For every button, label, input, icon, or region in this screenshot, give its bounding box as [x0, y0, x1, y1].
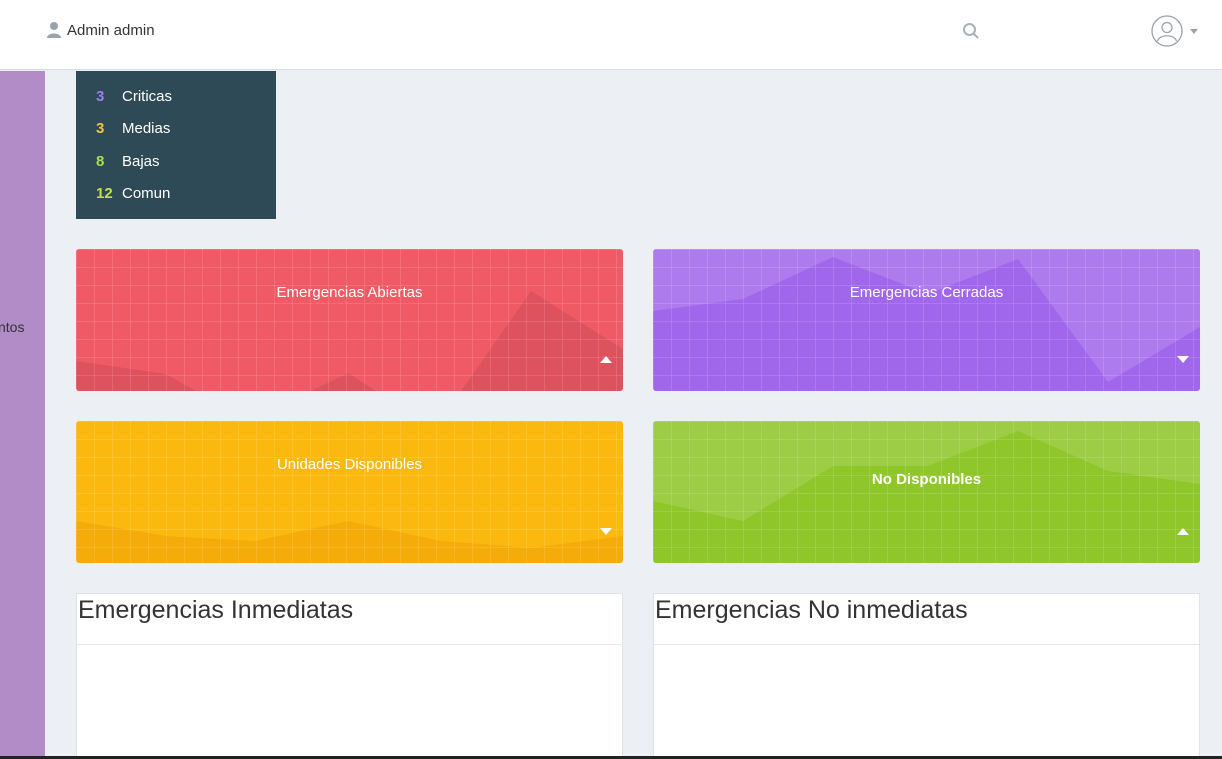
top-navbar: Admin admin [0, 0, 1222, 70]
count-bajas: 8 Bajas [96, 145, 276, 178]
panel-emergencias-inmediatas: Emergencias Inmediatas [76, 593, 623, 759]
panel-title: Emergencias Inmediatas [77, 594, 622, 645]
chevron-down-icon[interactable] [1190, 29, 1198, 34]
count-value: 8 [96, 152, 105, 170]
user-menu[interactable]: Admin admin [46, 21, 155, 39]
sidebar-item-label[interactable]: ntos [0, 319, 24, 335]
card-title: Emergencias Abiertas [276, 284, 423, 301]
card-grid [653, 421, 1200, 563]
card-emergencias-cerradas[interactable]: Emergencias Cerradas [653, 249, 1200, 391]
card-emergencias-abiertas[interactable]: Emergencias Abiertas [76, 249, 623, 391]
user-icon [47, 22, 61, 38]
avatar-icon[interactable] [1151, 15, 1183, 47]
card-title: Unidades Disponibles [276, 456, 423, 473]
count-value: 3 [96, 120, 105, 138]
arrow-down-icon [600, 528, 612, 535]
count-value: 12 [96, 185, 113, 203]
card-title: Emergencias Cerradas [849, 284, 1004, 301]
sidebar: ntos [0, 71, 45, 759]
priority-counts: 3 Criticas 3 Medias 8 Bajas 12 Comun [76, 71, 276, 219]
card-no-disponibles[interactable]: No Disponibles [653, 421, 1200, 563]
card-title: No Disponibles [871, 471, 982, 488]
arrow-up-icon [600, 356, 612, 363]
arrow-up-icon [1177, 528, 1189, 535]
count-comun: 12 Comun [96, 178, 276, 211]
card-grid [653, 249, 1200, 391]
count-medias: 3 Medias [96, 113, 276, 146]
card-grid [76, 249, 623, 391]
count-label: Criticas [122, 87, 173, 105]
user-name: Admin admin [67, 21, 155, 39]
panel-emergencias-no-inmediatas: Emergencias No inmediatas [653, 593, 1200, 759]
arrow-down-icon [1177, 356, 1189, 363]
card-unidades-disponibles[interactable]: Unidades Disponibles [76, 421, 623, 563]
card-grid [76, 421, 623, 563]
count-label: Medias [122, 120, 171, 138]
search-icon[interactable] [962, 22, 980, 40]
count-value: 3 [96, 87, 105, 105]
panel-title: Emergencias No inmediatas [654, 594, 1199, 645]
count-label: Bajas [122, 152, 160, 170]
count-label: Comun [122, 185, 171, 203]
count-criticas: 3 Criticas [96, 80, 276, 113]
